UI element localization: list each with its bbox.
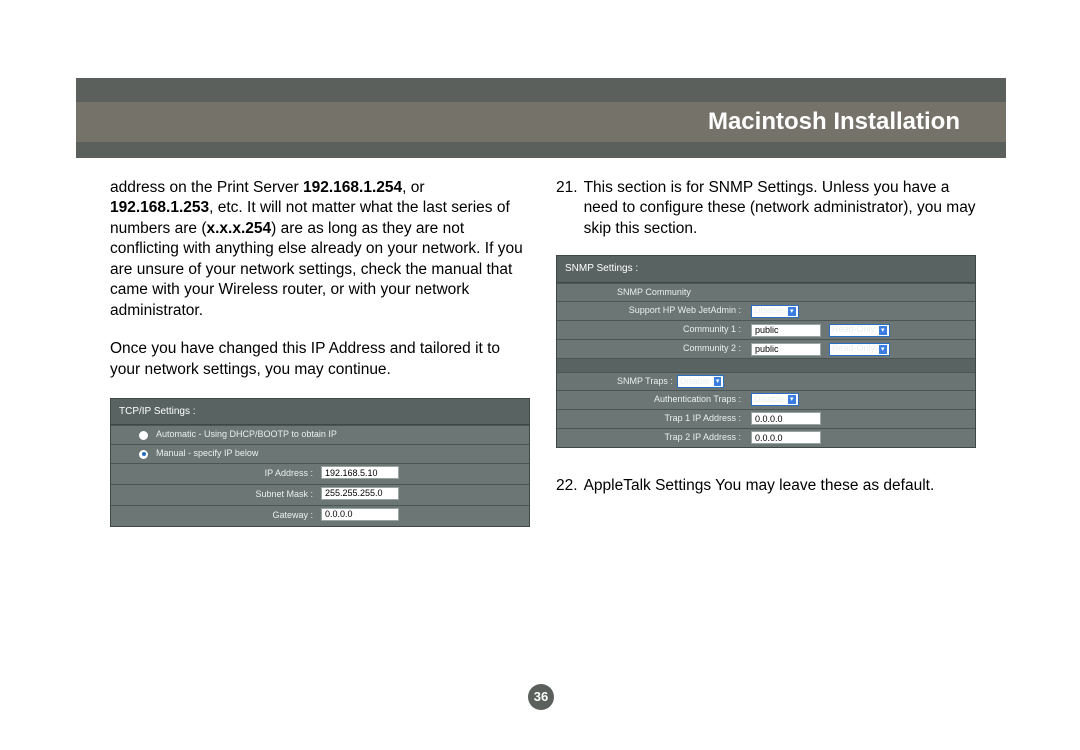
radio-label: Manual - specify IP below bbox=[156, 448, 258, 460]
radio-label: Automatic - Using DHCP/BOOTP to obtain I… bbox=[156, 429, 337, 441]
text: , or bbox=[402, 179, 424, 196]
page-number: 36 bbox=[528, 684, 554, 710]
paragraph-ip-address: address on the Print Server 192.168.1.25… bbox=[110, 178, 530, 321]
two-column-layout: address on the Print Server 192.168.1.25… bbox=[110, 178, 976, 527]
community2-mode-select[interactable]: Read-Only ▾ bbox=[829, 343, 890, 356]
left-column: address on the Print Server 192.168.1.25… bbox=[110, 178, 530, 527]
step-text: AppleTalk Settings You may leave these a… bbox=[584, 476, 935, 496]
section-title: Macintosh Installation bbox=[708, 108, 960, 136]
text: address on the Print Server bbox=[110, 179, 303, 196]
select-value: Read-Only bbox=[832, 343, 875, 355]
ip-pattern-bold: x.x.x.254 bbox=[206, 220, 271, 237]
tcpip-settings-panel: TCP/IP Settings : Automatic - Using DHCP… bbox=[110, 398, 530, 527]
step-text: This section is for SNMP Settings. Unles… bbox=[584, 178, 976, 239]
radio-selected-icon[interactable] bbox=[139, 450, 148, 459]
step-22: 22. AppleTalk Settings You may leave the… bbox=[556, 476, 976, 496]
snmp-settings-panel: SNMP Settings : SNMP Community Support H… bbox=[556, 255, 976, 447]
field-label: Support HP Web JetAdmin : bbox=[557, 302, 747, 320]
hp-jetadmin-select[interactable]: Disable ▾ bbox=[751, 305, 799, 318]
select-value: Disable bbox=[680, 376, 710, 388]
snmp-community1-row: Community 1 : Read-Only ▾ bbox=[557, 320, 975, 339]
section-header: Macintosh Installation bbox=[76, 102, 1006, 142]
field-label: IP Address : bbox=[111, 464, 321, 484]
snmp-panel-title: SNMP Settings : bbox=[557, 256, 975, 282]
tcpip-gw-row: Gateway : bbox=[111, 505, 529, 526]
select-value: Disable bbox=[754, 394, 784, 406]
tcpip-option-auto[interactable]: Automatic - Using DHCP/BOOTP to obtain I… bbox=[111, 425, 529, 444]
snmp-trap2-row: Trap 2 IP Address : bbox=[557, 428, 975, 447]
paragraph-continue: Once you have changed this IP Address an… bbox=[110, 339, 530, 380]
content-area: address on the Print Server 192.168.1.25… bbox=[76, 158, 1006, 718]
right-column: 21. This section is for SNMP Settings. U… bbox=[556, 178, 976, 527]
dropdown-arrow-icon: ▾ bbox=[788, 395, 796, 404]
auth-traps-select[interactable]: Disable ▾ bbox=[751, 393, 799, 406]
field-label: Trap 1 IP Address : bbox=[557, 410, 747, 428]
step-number: 21. bbox=[556, 178, 578, 239]
tcpip-mask-row: Subnet Mask : bbox=[111, 484, 529, 505]
field-label: Community 1 : bbox=[557, 321, 747, 339]
community2-input[interactable] bbox=[751, 343, 821, 356]
manual-page: Macintosh Installation address on the Pr… bbox=[76, 78, 1006, 718]
field-label: Authentication Traps : bbox=[557, 391, 747, 409]
step-21: 21. This section is for SNMP Settings. U… bbox=[556, 178, 976, 239]
snmp-auth-row: Authentication Traps : Disable ▾ bbox=[557, 390, 975, 409]
snmp-trap1-row: Trap 1 IP Address : bbox=[557, 409, 975, 428]
ip-bold: 192.168.1.253 bbox=[110, 199, 209, 216]
subnet-mask-input[interactable] bbox=[321, 487, 399, 500]
step-number: 22. bbox=[556, 476, 578, 496]
snmp-traps-header-row: SNMP Traps : Disable ▾ bbox=[557, 372, 975, 390]
tcpip-panel-title: TCP/IP Settings : bbox=[111, 399, 529, 425]
ip-bold: 192.168.1.254 bbox=[303, 179, 402, 196]
panel-divider bbox=[557, 358, 975, 372]
snmp-traps-label: SNMP Traps : bbox=[617, 376, 673, 388]
community1-input[interactable] bbox=[751, 324, 821, 337]
field-label: Gateway : bbox=[111, 506, 321, 526]
tcpip-ip-row: IP Address : bbox=[111, 463, 529, 484]
snmp-community-header: SNMP Community bbox=[557, 283, 975, 302]
dropdown-arrow-icon: ▾ bbox=[879, 345, 887, 354]
snmp-community2-row: Community 2 : Read-Only ▾ bbox=[557, 339, 975, 358]
radio-unselected-icon[interactable] bbox=[139, 431, 148, 440]
snmp-traps-select[interactable]: Disable ▾ bbox=[677, 375, 725, 388]
trap2-ip-input[interactable] bbox=[751, 431, 821, 444]
select-value: Read-Only bbox=[832, 324, 875, 336]
field-label: Subnet Mask : bbox=[111, 485, 321, 505]
dropdown-arrow-icon: ▾ bbox=[788, 307, 796, 316]
snmp-hp-row: Support HP Web JetAdmin : Disable ▾ bbox=[557, 301, 975, 320]
dropdown-arrow-icon: ▾ bbox=[879, 326, 887, 335]
page-number-badge: 36 bbox=[76, 684, 1006, 710]
gateway-input[interactable] bbox=[321, 508, 399, 521]
field-label: Trap 2 IP Address : bbox=[557, 429, 747, 447]
community1-mode-select[interactable]: Read-Only ▾ bbox=[829, 324, 890, 337]
tcpip-option-manual[interactable]: Manual - specify IP below bbox=[111, 444, 529, 463]
trap1-ip-input[interactable] bbox=[751, 412, 821, 425]
dropdown-arrow-icon: ▾ bbox=[714, 377, 722, 386]
ip-address-input[interactable] bbox=[321, 466, 399, 479]
field-label: Community 2 : bbox=[557, 340, 747, 358]
select-value: Disable bbox=[754, 305, 784, 317]
